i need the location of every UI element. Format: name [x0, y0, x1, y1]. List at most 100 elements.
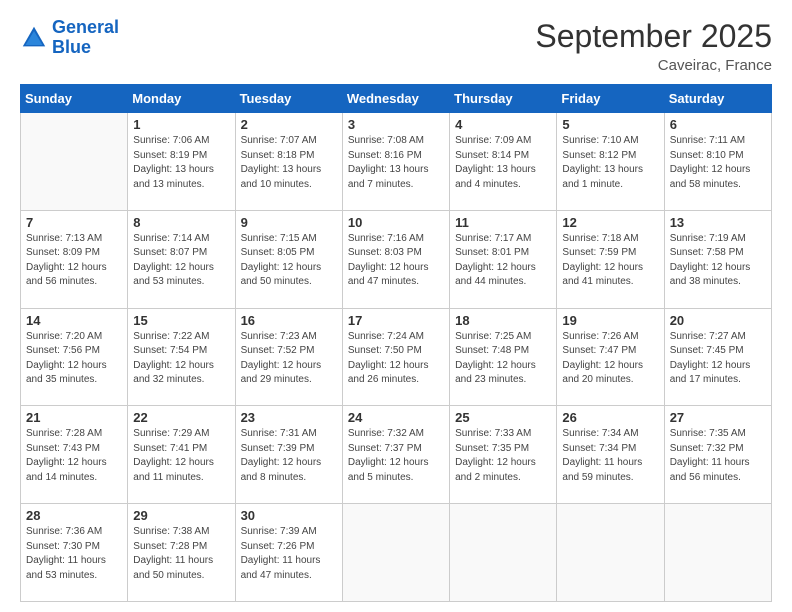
day-number: 18	[455, 313, 551, 328]
calendar-cell: 9 Sunrise: 7:15 AMSunset: 8:05 PMDaylight…	[235, 210, 342, 308]
day-number: 30	[241, 508, 337, 523]
calendar-cell: 25 Sunrise: 7:33 AMSunset: 7:35 PMDayligh…	[450, 406, 557, 504]
calendar-week-row: 14 Sunrise: 7:20 AMSunset: 7:56 PMDayligh…	[21, 308, 772, 406]
day-info: Sunrise: 7:11 AMSunset: 8:10 PMDaylight:…	[670, 134, 766, 192]
day-info: Sunrise: 7:28 AMSunset: 7:43 PMDaylight:…	[26, 427, 122, 485]
day-number: 23	[241, 410, 337, 425]
calendar-cell	[450, 504, 557, 602]
day-number: 28	[26, 508, 122, 523]
day-info: Sunrise: 7:20 AMSunset: 7:56 PMDaylight:…	[26, 330, 122, 388]
day-info: Sunrise: 7:17 AMSunset: 8:01 PMDaylight:…	[455, 232, 551, 290]
day-number: 24	[348, 410, 444, 425]
day-number: 25	[455, 410, 551, 425]
day-number: 9	[241, 215, 337, 230]
calendar-cell: 14 Sunrise: 7:20 AMSunset: 7:56 PMDayligh…	[21, 308, 128, 406]
page: General Blue September 2025 Caveirac, Fr…	[0, 0, 792, 612]
day-info: Sunrise: 7:25 AMSunset: 7:48 PMDaylight:…	[455, 330, 551, 388]
day-number: 26	[562, 410, 658, 425]
day-info: Sunrise: 7:23 AMSunset: 7:52 PMDaylight:…	[241, 330, 337, 388]
logo-icon	[20, 24, 48, 52]
calendar-week-row: 7Sunrise: 7:13 AMSunset: 8:09 PMDaylight…	[21, 210, 772, 308]
day-number: 29	[133, 508, 229, 523]
day-info: Sunrise: 7:16 AMSunset: 8:03 PMDaylight:…	[348, 232, 444, 290]
calendar-cell: 4 Sunrise: 7:09 AMSunset: 8:14 PMDaylight…	[450, 113, 557, 211]
calendar-cell: 16 Sunrise: 7:23 AMSunset: 7:52 PMDayligh…	[235, 308, 342, 406]
calendar-week-row: 1 Sunrise: 7:06 AMSunset: 8:19 PMDaylight…	[21, 113, 772, 211]
calendar-cell: 3Sunrise: 7:08 AMSunset: 8:16 PMDaylight…	[342, 113, 449, 211]
day-number: 27	[670, 410, 766, 425]
day-number: 1	[133, 117, 229, 132]
calendar-week-row: 21 Sunrise: 7:28 AMSunset: 7:43 PMDayligh…	[21, 406, 772, 504]
calendar-week-row: 28 Sunrise: 7:36 AMSunset: 7:30 PMDayligh…	[21, 504, 772, 602]
day-info: Sunrise: 7:26 AMSunset: 7:47 PMDaylight:…	[562, 330, 658, 388]
calendar-cell: 17 Sunrise: 7:24 AMSunset: 7:50 PMDayligh…	[342, 308, 449, 406]
month-title: September 2025	[535, 18, 772, 55]
day-info: Sunrise: 7:15 AMSunset: 8:05 PMDaylight:…	[241, 232, 337, 290]
day-number: 11	[455, 215, 551, 230]
calendar-cell: 23 Sunrise: 7:31 AMSunset: 7:39 PMDayligh…	[235, 406, 342, 504]
day-info: Sunrise: 7:35 AMSunset: 7:32 PMDaylight:…	[670, 427, 766, 485]
col-wednesday: Wednesday	[342, 85, 449, 113]
day-number: 16	[241, 313, 337, 328]
day-number: 19	[562, 313, 658, 328]
day-info: Sunrise: 7:19 AMSunset: 7:58 PMDaylight:…	[670, 232, 766, 290]
day-info: Sunrise: 7:22 AMSunset: 7:54 PMDaylight:…	[133, 330, 229, 388]
day-info: Sunrise: 7:36 AMSunset: 7:30 PMDaylight:…	[26, 525, 122, 583]
logo-blue: Blue	[52, 37, 91, 57]
col-saturday: Saturday	[664, 85, 771, 113]
day-number: 17	[348, 313, 444, 328]
day-info: Sunrise: 7:24 AMSunset: 7:50 PMDaylight:…	[348, 330, 444, 388]
day-info: Sunrise: 7:33 AMSunset: 7:35 PMDaylight:…	[455, 427, 551, 485]
calendar-cell: 18 Sunrise: 7:25 AMSunset: 7:48 PMDayligh…	[450, 308, 557, 406]
day-info: Sunrise: 7:07 AMSunset: 8:18 PMDaylight:…	[241, 134, 337, 192]
day-info: Sunrise: 7:29 AMSunset: 7:41 PMDaylight:…	[133, 427, 229, 485]
day-info: Sunrise: 7:31 AMSunset: 7:39 PMDaylight:…	[241, 427, 337, 485]
day-info: Sunrise: 7:14 AMSunset: 8:07 PMDaylight:…	[133, 232, 229, 290]
day-info: Sunrise: 7:13 AMSunset: 8:09 PMDaylight:…	[26, 232, 122, 290]
col-tuesday: Tuesday	[235, 85, 342, 113]
day-number: 2	[241, 117, 337, 132]
calendar-cell: 24Sunrise: 7:32 AMSunset: 7:37 PMDayligh…	[342, 406, 449, 504]
day-info: Sunrise: 7:09 AMSunset: 8:14 PMDaylight:…	[455, 134, 551, 192]
day-info: Sunrise: 7:06 AMSunset: 8:19 PMDaylight:…	[133, 134, 229, 192]
calendar-cell: 2 Sunrise: 7:07 AMSunset: 8:18 PMDaylight…	[235, 113, 342, 211]
calendar-cell: 15Sunrise: 7:22 AMSunset: 7:54 PMDayligh…	[128, 308, 235, 406]
location: Caveirac, France	[535, 57, 772, 74]
day-number: 21	[26, 410, 122, 425]
calendar-cell: 13Sunrise: 7:19 AMSunset: 7:58 PMDayligh…	[664, 210, 771, 308]
calendar-cell: 10 Sunrise: 7:16 AMSunset: 8:03 PMDayligh…	[342, 210, 449, 308]
calendar-cell	[21, 113, 128, 211]
calendar-cell: 22Sunrise: 7:29 AMSunset: 7:41 PMDayligh…	[128, 406, 235, 504]
calendar-cell	[557, 504, 664, 602]
logo-text: General Blue	[52, 18, 119, 58]
day-info: Sunrise: 7:10 AMSunset: 8:12 PMDaylight:…	[562, 134, 658, 192]
day-info: Sunrise: 7:08 AMSunset: 8:16 PMDaylight:…	[348, 134, 444, 192]
day-number: 14	[26, 313, 122, 328]
calendar-cell: 30 Sunrise: 7:39 AMSunset: 7:26 PMDayligh…	[235, 504, 342, 602]
calendar-cell: 8 Sunrise: 7:14 AMSunset: 8:07 PMDaylight…	[128, 210, 235, 308]
calendar-cell: 21 Sunrise: 7:28 AMSunset: 7:43 PMDayligh…	[21, 406, 128, 504]
col-friday: Friday	[557, 85, 664, 113]
calendar-table: Sunday Monday Tuesday Wednesday Thursday…	[20, 84, 772, 602]
calendar-cell	[664, 504, 771, 602]
calendar-cell: 7Sunrise: 7:13 AMSunset: 8:09 PMDaylight…	[21, 210, 128, 308]
calendar-cell: 27 Sunrise: 7:35 AMSunset: 7:32 PMDayligh…	[664, 406, 771, 504]
day-number: 12	[562, 215, 658, 230]
day-number: 10	[348, 215, 444, 230]
col-monday: Monday	[128, 85, 235, 113]
calendar-cell: 20Sunrise: 7:27 AMSunset: 7:45 PMDayligh…	[664, 308, 771, 406]
calendar-cell	[342, 504, 449, 602]
day-info: Sunrise: 7:34 AMSunset: 7:34 PMDaylight:…	[562, 427, 658, 485]
day-info: Sunrise: 7:39 AMSunset: 7:26 PMDaylight:…	[241, 525, 337, 583]
day-number: 8	[133, 215, 229, 230]
day-number: 4	[455, 117, 551, 132]
day-info: Sunrise: 7:18 AMSunset: 7:59 PMDaylight:…	[562, 232, 658, 290]
day-info: Sunrise: 7:38 AMSunset: 7:28 PMDaylight:…	[133, 525, 229, 583]
calendar-cell: 12 Sunrise: 7:18 AMSunset: 7:59 PMDayligh…	[557, 210, 664, 308]
calendar-cell: 29 Sunrise: 7:38 AMSunset: 7:28 PMDayligh…	[128, 504, 235, 602]
calendar-header-row: Sunday Monday Tuesday Wednesday Thursday…	[21, 85, 772, 113]
calendar-cell: 26 Sunrise: 7:34 AMSunset: 7:34 PMDayligh…	[557, 406, 664, 504]
day-number: 20	[670, 313, 766, 328]
calendar-cell: 6Sunrise: 7:11 AMSunset: 8:10 PMDaylight…	[664, 113, 771, 211]
header: General Blue September 2025 Caveirac, Fr…	[20, 18, 772, 74]
